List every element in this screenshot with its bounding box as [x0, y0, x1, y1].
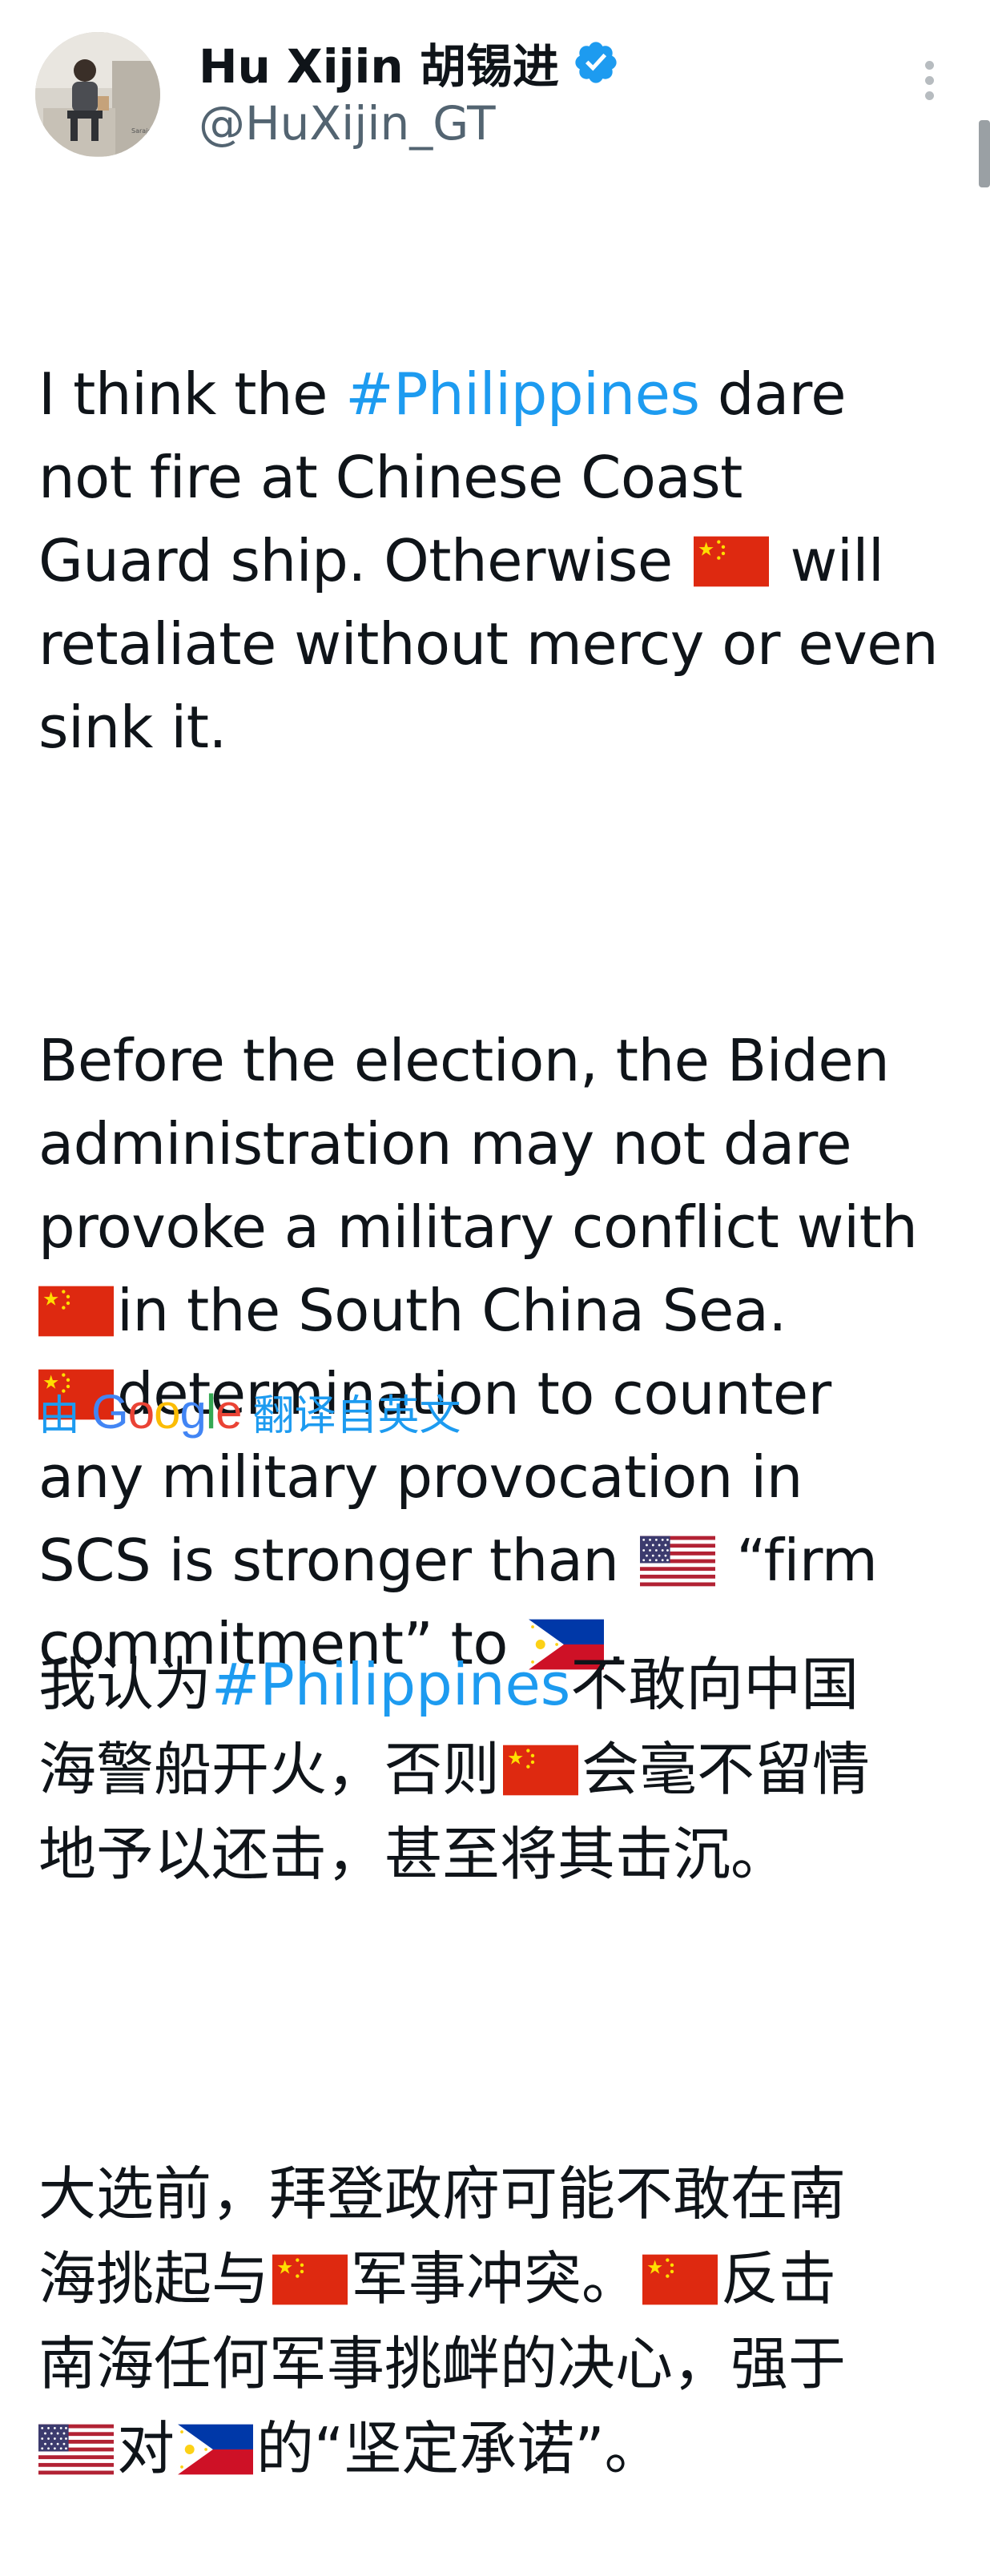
- china-flag-icon: [503, 1745, 579, 1796]
- tweet-text-segment: I think the: [38, 360, 346, 428]
- more-vertical-icon[interactable]: [920, 61, 939, 109]
- translated-text: 我认为#Philippines不敢向中国 海警船开火，否则 会毫不留情 地予以还击…: [38, 1472, 968, 2576]
- translated-text-segment: 对: [117, 2415, 175, 2482]
- philippines-flag-icon: [178, 2424, 254, 2475]
- translated-by-google[interactable]: 由 Google 翻译自英文: [38, 1379, 461, 1443]
- translation-suffix: 翻译自英文: [252, 1391, 461, 1440]
- verified-badge-icon: [575, 42, 617, 83]
- translated-text-segment: 的“坚定承诺”。: [256, 2415, 662, 2482]
- translation-prefix: 由: [38, 1391, 81, 1440]
- china-flag-icon: [38, 1286, 114, 1337]
- translated-paragraph-1: 我认为#Philippines不敢向中国 海警船开火，否则 会毫不留情 地予以还击…: [38, 1642, 968, 1897]
- china-flag-icon: [694, 536, 770, 587]
- translated-text-segment: 军事冲突。: [351, 2245, 640, 2312]
- tweet-header: Sarajev Hu Xijin 胡锡进 @HuXijin_GT: [0, 0, 990, 187]
- hashtag-link[interactable]: #Philippines: [211, 1651, 570, 1718]
- google-logo: Google: [91, 1384, 243, 1439]
- hashtag-link[interactable]: #Philippines: [345, 360, 700, 428]
- tweet-paragraph-1: I think the #Philippines dare not fire a…: [38, 352, 960, 769]
- author-display-name[interactable]: Hu Xijin 胡锡进: [199, 29, 559, 96]
- avatar-photo-icon: Sarajev: [35, 32, 160, 157]
- translated-text-segment: 我认为: [38, 1651, 212, 1718]
- tweet-text-segment: Before the election, the Biden administr…: [38, 1027, 918, 1261]
- avatar[interactable]: Sarajev: [35, 32, 160, 157]
- author-handle[interactable]: @HuXijin_GT: [199, 96, 496, 151]
- author-name-row: Hu Xijin 胡锡进: [199, 30, 620, 95]
- china-flag-icon: [642, 2254, 718, 2305]
- tweet-text-segment: in the South China Sea.: [117, 1277, 787, 1344]
- us-flag-icon: [38, 2424, 114, 2475]
- translated-paragraph-2: 大选前，拜登政府可能不敢在南 海挑起与 军事冲突。 反击 南海任何军事挑衅的决心，强…: [38, 2151, 968, 2491]
- china-flag-icon: [272, 2254, 348, 2305]
- scrollbar[interactable]: [979, 120, 990, 187]
- svg-text:Sarajev: Sarajev: [131, 127, 155, 135]
